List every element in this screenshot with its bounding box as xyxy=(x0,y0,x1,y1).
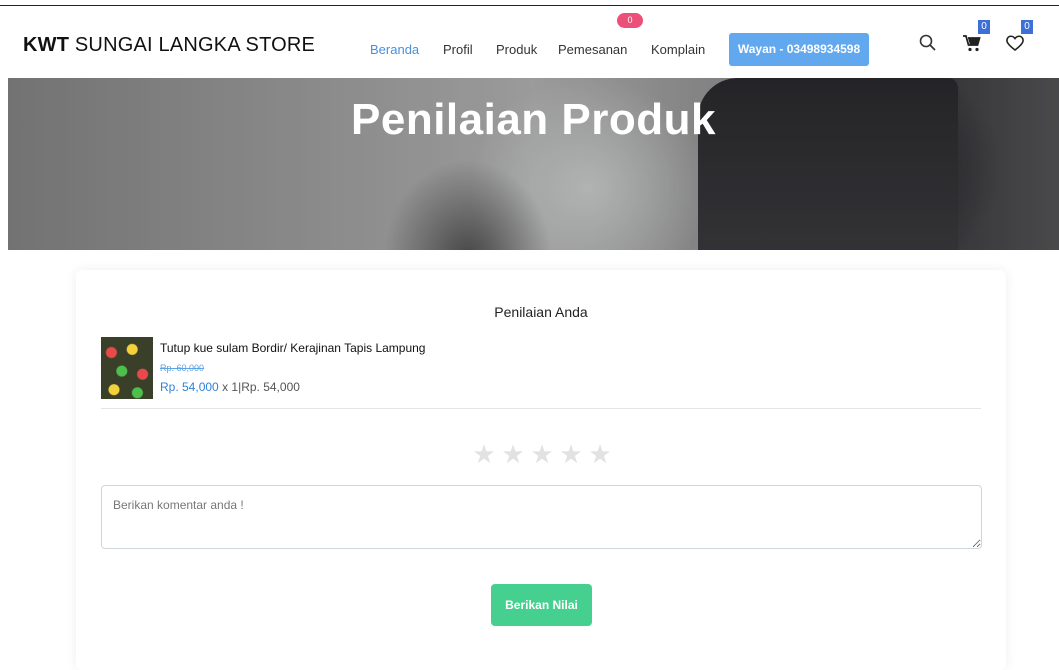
star-icon[interactable]: ★ xyxy=(530,441,554,467)
product-name: Tutup kue sulam Bordir/ Kerajinan Tapis … xyxy=(160,341,426,355)
site-header: KWT SUNGAI LANGKA STORE Beranda Profil P… xyxy=(0,6,1059,78)
product-thumbnail xyxy=(101,337,153,399)
cart-icon[interactable] xyxy=(962,33,982,58)
product-quantity: x 1 xyxy=(222,380,239,394)
cart-count-badge: 0 xyxy=(978,20,990,34)
divider xyxy=(101,408,981,409)
product-subtotal: Rp. 54,000 xyxy=(241,380,300,394)
brand-logo[interactable]: KWT SUNGAI LANGKA STORE xyxy=(23,34,315,57)
heart-icon[interactable] xyxy=(1005,34,1025,57)
page-title: Penilaian Produk xyxy=(351,95,716,144)
wishlist-count-badge: 0 xyxy=(1021,20,1033,34)
star-rating[interactable]: ★ ★ ★ ★ ★ xyxy=(472,441,612,467)
comment-input[interactable] xyxy=(101,485,982,549)
submit-rating-button[interactable]: Berikan Nilai xyxy=(491,584,592,626)
user-account-button[interactable]: Wayan - 03498934598 xyxy=(729,33,869,66)
star-icon[interactable]: ★ xyxy=(559,441,583,467)
section-title: Penilaian Anda xyxy=(494,304,588,320)
nav-produk[interactable]: Produk xyxy=(496,42,537,57)
product-old-price: Rp. 60,000 xyxy=(160,363,205,373)
nav-pemesanan[interactable]: Pemesanan xyxy=(558,42,627,57)
nav-beranda[interactable]: Beranda xyxy=(370,42,419,57)
nav-komplain[interactable]: Komplain xyxy=(651,42,705,57)
star-icon[interactable]: ★ xyxy=(588,441,612,467)
search-icon[interactable] xyxy=(919,34,937,57)
orders-count-badge: 0 xyxy=(617,13,643,28)
star-icon[interactable]: ★ xyxy=(501,441,525,467)
product-price: Rp. 54,000 xyxy=(160,380,219,394)
nav-profil[interactable]: Profil xyxy=(443,42,473,57)
rating-card: Penilaian Anda Tutup kue sulam Bordir/ K… xyxy=(76,270,1006,670)
star-icon[interactable]: ★ xyxy=(472,441,496,467)
hero-banner: Penilaian Produk xyxy=(8,78,1059,250)
product-price-line: Rp. 54,000 x 1|Rp. 54,000 xyxy=(160,380,300,394)
